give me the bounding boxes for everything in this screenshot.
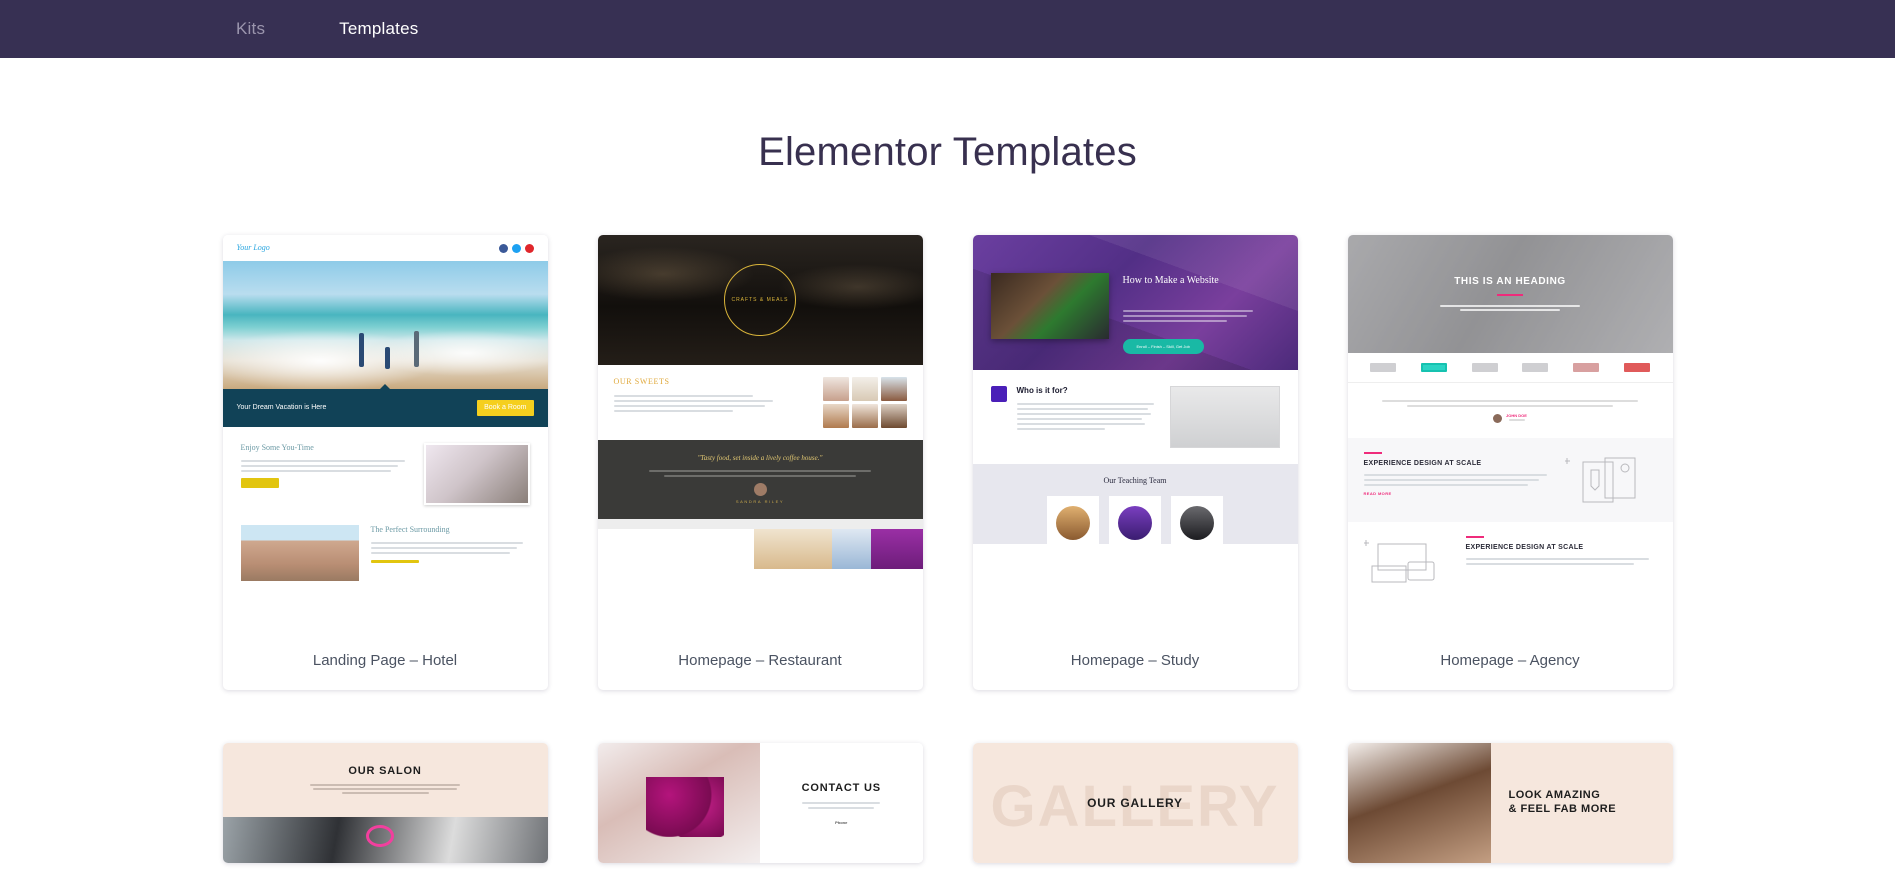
template-card-agency[interactable]: THIS IS AN HEADING JOHN DOE EXPERIENCE D… [1347, 235, 1673, 690]
mini-study-hero-heading: How to Make a Website [1122, 275, 1219, 286]
client-logo-icon [1471, 363, 1498, 372]
nav-item-templates[interactable]: Templates [339, 19, 418, 39]
badge-icon [990, 386, 1007, 402]
mini-restaurant-section-heading: OUR SWEETS [613, 377, 670, 386]
mini-study-who-section: Who is it for? [972, 370, 1298, 464]
avatar [1493, 414, 1503, 424]
mini-study-team-section: Our Teaching Team [972, 464, 1298, 544]
template-card-study[interactable]: How to Make a Website Enroll – Finish – … [972, 235, 1298, 690]
mini-agency-hero: THIS IS AN HEADING [1347, 235, 1673, 353]
template-card-salon[interactable]: OUR SALON [222, 743, 548, 863]
thumbnail-restaurant: CRAFTS & MEALS OUR SWEETS "Tasty food, s… [597, 235, 923, 631]
mini-agency-logo-row [1347, 353, 1673, 383]
card-title-restaurant: Homepage – Restaurant [678, 652, 842, 669]
mini-salon-image [222, 817, 548, 863]
mini-agency-hero-text [1440, 303, 1580, 313]
template-card-look[interactable]: LOOK AMAZING & FEEL FAB MORE [1347, 743, 1673, 863]
mini-look-heading-line-2: & FEEL FAB MORE [1508, 803, 1617, 815]
thumbnail-study: How to Make a Website Enroll – Finish – … [972, 235, 1298, 631]
mini-agency-section-1-link: READ MORE [1363, 490, 1392, 496]
client-logo-icon [1420, 363, 1447, 372]
mini-restaurant-sweets-section: OUR SWEETS [597, 365, 923, 440]
mini-hotel-section-1-image [423, 443, 530, 505]
mini-study-section-heading: Who is it for? [1016, 386, 1068, 395]
mini-hotel-social [498, 243, 534, 253]
mini-gallery-heading: OUR GALLERY [1087, 796, 1183, 810]
mini-contact-heading: CONTACT US [801, 781, 881, 794]
mini-hotel-hero-image [222, 261, 548, 389]
top-navigation: Kits Templates [0, 0, 1895, 58]
card-title-hotel: Landing Page – Hotel [312, 652, 458, 669]
mini-agency-section-2-heading: EXPERIENCE DESIGN AT SCALE [1465, 544, 1584, 552]
mini-hotel-section-2-image [240, 525, 359, 581]
mini-look-heading-line-1: LOOK AMAZING [1508, 789, 1601, 802]
thumbnail-look: LOOK AMAZING & FEEL FAB MORE [1347, 743, 1673, 863]
client-logo-icon [1369, 363, 1396, 372]
mini-salon-heading: OUR SALON [348, 764, 422, 777]
documents-illustration-icon [1564, 457, 1635, 503]
devices-illustration-icon [1363, 540, 1434, 583]
mini-study-section-image [1169, 386, 1280, 448]
mini-restaurant-hero: CRAFTS & MEALS [597, 235, 923, 365]
mini-restaurant-author: SANDRA RILEY [735, 499, 785, 505]
thumbnail-salon: OUR SALON [222, 743, 548, 863]
mini-hotel-hero-heading: Your Dream Vacation is Here [236, 404, 327, 412]
client-logo-icon [1624, 363, 1651, 372]
mini-hotel-hero-button: Book a Room [477, 400, 534, 416]
template-card-gallery[interactable]: GALLERY OUR GALLERY [972, 743, 1298, 863]
mini-hotel-logo: Your Logo [236, 242, 270, 252]
mini-agency-section-1: EXPERIENCE DESIGN AT SCALE READ MORE [1347, 438, 1673, 523]
mini-restaurant-photo-grid [822, 377, 907, 428]
template-grid: Your Logo Your Dream Vacation is Here Bo… [222, 235, 1673, 863]
mini-contact-label: Phone [835, 819, 848, 825]
mini-agency-hero-heading: THIS IS AN HEADING [1454, 275, 1566, 287]
page-title: Elementor Templates [758, 130, 1137, 174]
youtube-icon [524, 243, 534, 253]
client-logo-icon [1573, 363, 1600, 372]
card-title-study: Homepage – Study [1070, 652, 1200, 669]
mini-agency-section-2: EXPERIENCE DESIGN AT SCALE [1348, 522, 1673, 606]
facebook-icon [498, 243, 508, 253]
mini-restaurant-testimonial: "Tasty food, set inside a lively coffee … [597, 440, 923, 519]
avatar [753, 483, 767, 497]
mini-restaurant-logo-text: CRAFTS & MEALS [731, 296, 789, 303]
mini-agency-accent-underline [1497, 294, 1523, 297]
mini-study-team-heading: Our Teaching Team [1103, 476, 1167, 485]
client-logo-icon [1522, 363, 1549, 372]
mini-study-hero: How to Make a Website Enroll – Finish – … [972, 235, 1298, 370]
template-card-restaurant[interactable]: CRAFTS & MEALS OUR SWEETS "Tasty food, s… [597, 235, 923, 690]
thumbnail-agency: THIS IS AN HEADING JOHN DOE EXPERIENCE D… [1347, 235, 1673, 631]
mini-hotel-header: Your Logo [222, 235, 548, 261]
template-card-contact[interactable]: CONTACT US Phone [597, 743, 923, 863]
thumbnail-hotel: Your Logo Your Dream Vacation is Here Bo… [222, 235, 548, 631]
mini-restaurant-logo: CRAFTS & MEALS [724, 264, 796, 336]
mini-study-hero-button: Enroll – Finish – Skill, Get Job [1122, 339, 1204, 355]
template-card-hotel[interactable]: Your Logo Your Dream Vacation is Here Bo… [222, 235, 548, 690]
mini-hotel-section-1-heading: Enjoy Some You-Time [240, 443, 314, 452]
mini-study-video [990, 273, 1109, 339]
nav-item-kits[interactable]: Kits [236, 19, 265, 39]
thumbnail-contact: CONTACT US Phone [597, 743, 923, 863]
twitter-icon [511, 243, 521, 253]
mini-hotel-section-2-heading: The Perfect Surrounding [370, 525, 450, 534]
mini-agency-author: JOHN DOE [1506, 413, 1527, 418]
mini-restaurant-quote: "Tasty food, set inside a lively coffee … [697, 454, 823, 462]
card-title-agency: Homepage – Agency [1440, 652, 1580, 669]
mini-contact-image [597, 743, 760, 863]
mini-look-image [1347, 743, 1491, 863]
mini-hotel-section-1: Enjoy Some You-Time The Perfect Surround… [222, 427, 548, 581]
mini-hotel-hero-band: Your Dream Vacation is Here Book a Room [222, 384, 548, 427]
mini-agency-testimonial: JOHN DOE [1347, 383, 1673, 439]
mini-study-hero-text [1122, 307, 1253, 325]
mini-hotel-section-1-button [240, 477, 279, 488]
thumbnail-gallery: GALLERY OUR GALLERY [972, 743, 1298, 863]
mini-agency-section-1-heading: EXPERIENCE DESIGN AT SCALE [1363, 460, 1482, 468]
